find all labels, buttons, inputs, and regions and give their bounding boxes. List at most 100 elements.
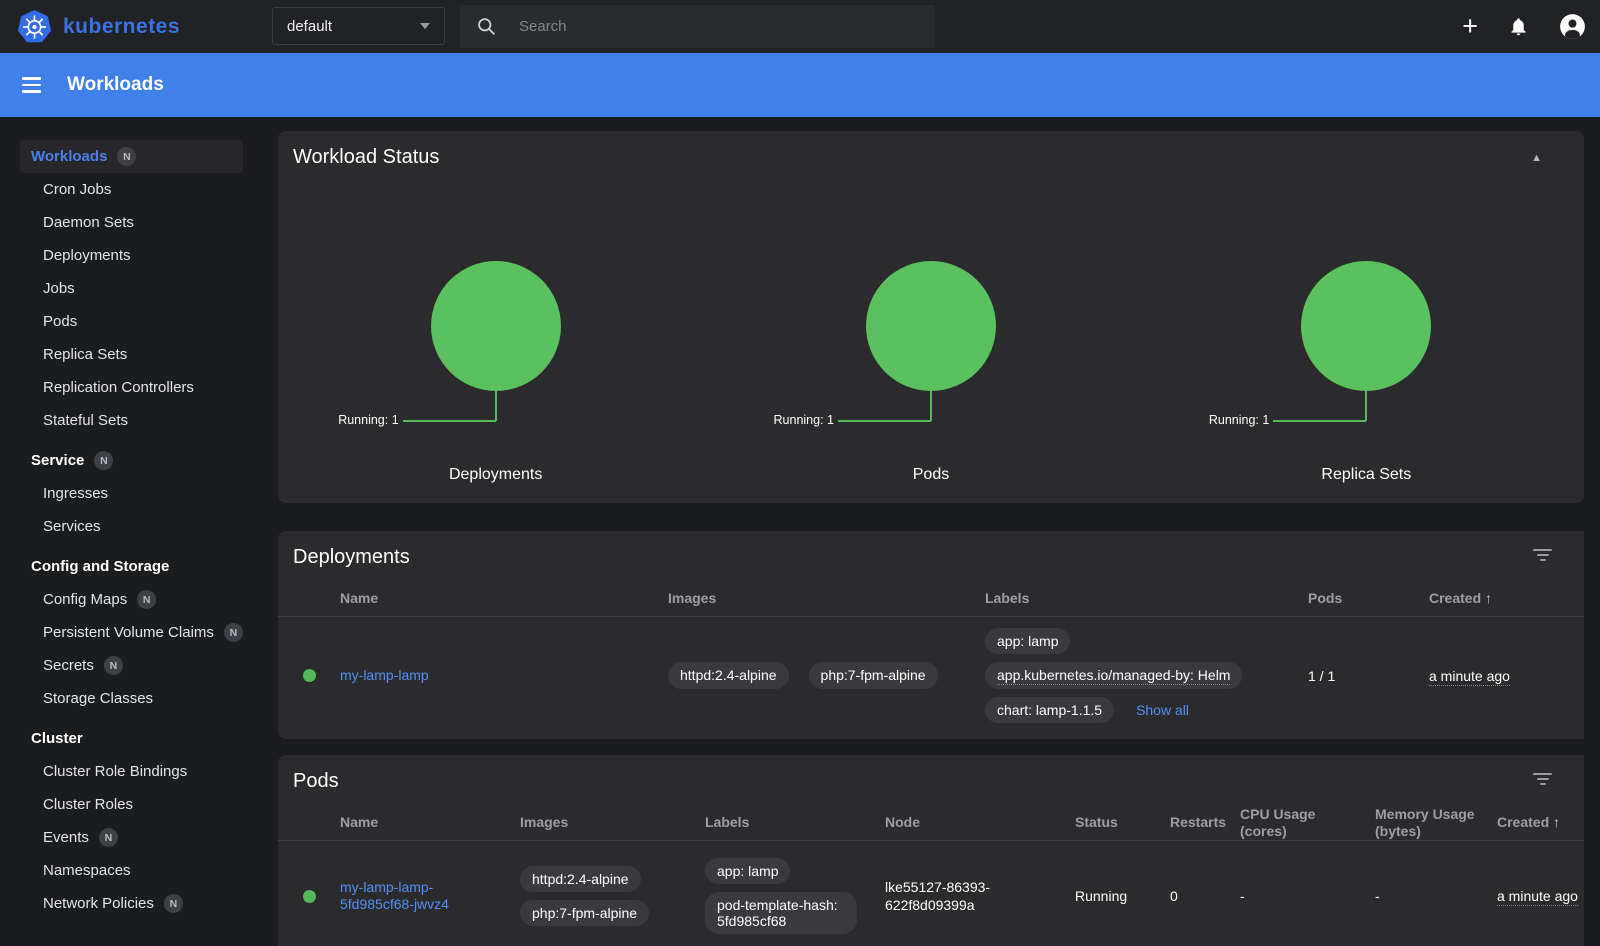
- sidebar-item-pods[interactable]: Pods: [0, 305, 262, 338]
- namespaced-badge: N: [164, 894, 183, 913]
- notifications-bell-icon[interactable]: [1508, 16, 1529, 37]
- pod-node: lke55127-86393-622f8d09399a: [885, 878, 1010, 914]
- sidebar-item-workloads[interactable]: Workloads N: [20, 140, 243, 173]
- page-title: Workloads: [67, 74, 164, 96]
- pie-chart-title: Pods: [913, 466, 949, 484]
- sidebar-item-cron-jobs[interactable]: Cron Jobs: [0, 173, 262, 206]
- namespaced-badge: N: [99, 828, 118, 847]
- column-header-images[interactable]: Images: [668, 590, 985, 607]
- created-timestamp[interactable]: a minute ago: [1429, 668, 1510, 686]
- create-resource-button[interactable]: +: [1462, 13, 1478, 40]
- search-icon: [476, 16, 497, 37]
- deployments-pie-chart: Running: 1 Deployments: [278, 261, 713, 484]
- workload-status-title: Workload Status: [278, 131, 1584, 169]
- collapse-card-icon[interactable]: ▲: [1531, 152, 1542, 164]
- pods-pie-chart: Running: 1 Pods: [713, 261, 1148, 484]
- pod-memory-usage: -: [1375, 888, 1497, 904]
- sidebar-section-config-and-storage: Config and Storage: [0, 550, 262, 583]
- brand-wordmark: kubernetes: [63, 15, 180, 39]
- deployments-table-header: Name Images Labels Pods Created ↑: [278, 581, 1584, 617]
- workload-status-charts: Running: 1 Deployments Running: 1 Pods: [278, 261, 1584, 484]
- deployment-table-row: my-lamp-lamp httpd:2.4-alpine php:7-fpm-…: [278, 617, 1584, 734]
- sidebar-nav: Workloads N Cron Jobs Daemon Sets Deploy…: [0, 117, 262, 946]
- top-header: kubernetes default +: [0, 0, 1600, 53]
- pie-slice-running[interactable]: [1301, 261, 1431, 391]
- column-header-name[interactable]: Name: [340, 814, 520, 831]
- created-timestamp[interactable]: a minute ago: [1497, 888, 1578, 906]
- column-header-name[interactable]: Name: [340, 590, 668, 607]
- sidebar-item-persistent-volume-claims[interactable]: Persistent Volume Claims N: [0, 616, 262, 649]
- show-all-labels-link[interactable]: Show all: [1136, 702, 1189, 718]
- image-chip: httpd:2.4-alpine: [668, 662, 789, 688]
- user-avatar[interactable]: [1559, 13, 1586, 40]
- sidebar-item-stateful-sets[interactable]: Stateful Sets: [0, 404, 262, 437]
- column-header-restarts[interactable]: Restarts: [1170, 814, 1240, 831]
- sidebar-section-cluster: Cluster: [0, 722, 262, 755]
- column-header-images[interactable]: Images: [520, 814, 705, 831]
- sort-ascending-icon: ↑: [1485, 590, 1492, 606]
- sidebar-item-config-maps[interactable]: Config Maps N: [0, 583, 262, 616]
- sidebar-item-replica-sets[interactable]: Replica Sets: [0, 338, 262, 371]
- status-ok-icon: [303, 669, 316, 682]
- column-header-pods[interactable]: Pods: [1308, 590, 1429, 607]
- pod-cpu-usage: -: [1240, 888, 1375, 904]
- namespaced-badge: N: [104, 656, 123, 675]
- pods-ready-count: 1 / 1: [1308, 668, 1429, 684]
- sidebar-item-ingresses[interactable]: Ingresses: [0, 477, 262, 510]
- filter-icon[interactable]: [1533, 549, 1552, 563]
- pie-chart-title: Replica Sets: [1321, 466, 1411, 484]
- pie-slice-running[interactable]: [866, 261, 996, 391]
- pod-name-link[interactable]: my-lamp-lamp-5fd985cf68-jwvz4: [340, 879, 449, 913]
- callout-line: [1365, 391, 1367, 421]
- sidebar-item-secrets[interactable]: Secrets N: [0, 649, 262, 682]
- pie-slice-running[interactable]: [431, 261, 561, 391]
- replica-sets-pie-chart: Running: 1 Replica Sets: [1149, 261, 1584, 484]
- filter-icon[interactable]: [1533, 773, 1552, 787]
- column-header-created[interactable]: Created ↑: [1497, 814, 1584, 831]
- column-header-node[interactable]: Node: [885, 814, 1075, 831]
- sort-ascending-icon: ↑: [1553, 814, 1560, 830]
- sidebar-item-storage-classes[interactable]: Storage Classes: [0, 682, 262, 715]
- sidebar-item-jobs[interactable]: Jobs: [0, 272, 262, 305]
- pie-callout-label: Running: 1: [338, 413, 398, 427]
- pod-table-row: my-lamp-lamp-5fd985cf68-jwvz4 httpd:2.4-…: [278, 841, 1584, 946]
- label-chip: app.kubernetes.io/managed-by: Helm: [985, 662, 1242, 688]
- namespace-selector[interactable]: default: [272, 7, 445, 45]
- namespace-value: default: [287, 18, 420, 35]
- menu-hamburger-icon[interactable]: [22, 77, 41, 93]
- column-header-labels[interactable]: Labels: [705, 814, 885, 831]
- label-chip: pod-template-hash: 5fd985cf68: [705, 892, 857, 934]
- chevron-down-icon: [420, 23, 430, 29]
- callout-line: [495, 391, 497, 421]
- header-actions: +: [1462, 0, 1586, 53]
- kubernetes-logo[interactable]: kubernetes: [0, 9, 256, 45]
- callout-line: [838, 420, 931, 422]
- namespaced-badge: N: [117, 147, 136, 166]
- sidebar-item-cluster-role-bindings[interactable]: Cluster Role Bindings: [0, 755, 262, 788]
- kubernetes-helm-icon: [16, 9, 53, 45]
- sidebar-item-network-policies[interactable]: Network Policies N: [0, 887, 262, 920]
- pod-status: Running: [1075, 888, 1170, 904]
- column-header-memory[interactable]: Memory Usage (bytes): [1375, 806, 1497, 840]
- column-header-cpu[interactable]: CPU Usage (cores): [1240, 806, 1375, 840]
- sidebar-item-cluster-roles[interactable]: Cluster Roles: [0, 788, 262, 821]
- sidebar-section-service[interactable]: Service N: [0, 444, 262, 477]
- pie-chart-title: Deployments: [449, 466, 542, 484]
- column-header-labels[interactable]: Labels: [985, 590, 1308, 607]
- sidebar-item-services[interactable]: Services: [0, 510, 262, 543]
- search-input[interactable]: [519, 18, 859, 35]
- workload-status-card: Workload Status ▲ Running: 1 Deployments: [278, 131, 1584, 503]
- column-header-created[interactable]: Created ↑: [1429, 590, 1584, 607]
- callout-line: [930, 391, 932, 421]
- pods-card: Pods Name Images Labels Node Status Rest…: [278, 755, 1584, 946]
- deployments-card-title: Deployments: [278, 531, 1584, 569]
- deployment-name-link[interactable]: my-lamp-lamp: [340, 667, 429, 683]
- search-bar[interactable]: [460, 5, 935, 48]
- sidebar-item-deployments[interactable]: Deployments: [0, 239, 262, 272]
- sidebar-item-daemon-sets[interactable]: Daemon Sets: [0, 206, 262, 239]
- sidebar-item-events[interactable]: Events N: [0, 821, 262, 854]
- status-ok-icon: [303, 890, 316, 903]
- sidebar-item-replication-controllers[interactable]: Replication Controllers: [0, 371, 262, 404]
- column-header-status[interactable]: Status: [1075, 814, 1170, 831]
- sidebar-item-namespaces[interactable]: Namespaces: [0, 854, 262, 887]
